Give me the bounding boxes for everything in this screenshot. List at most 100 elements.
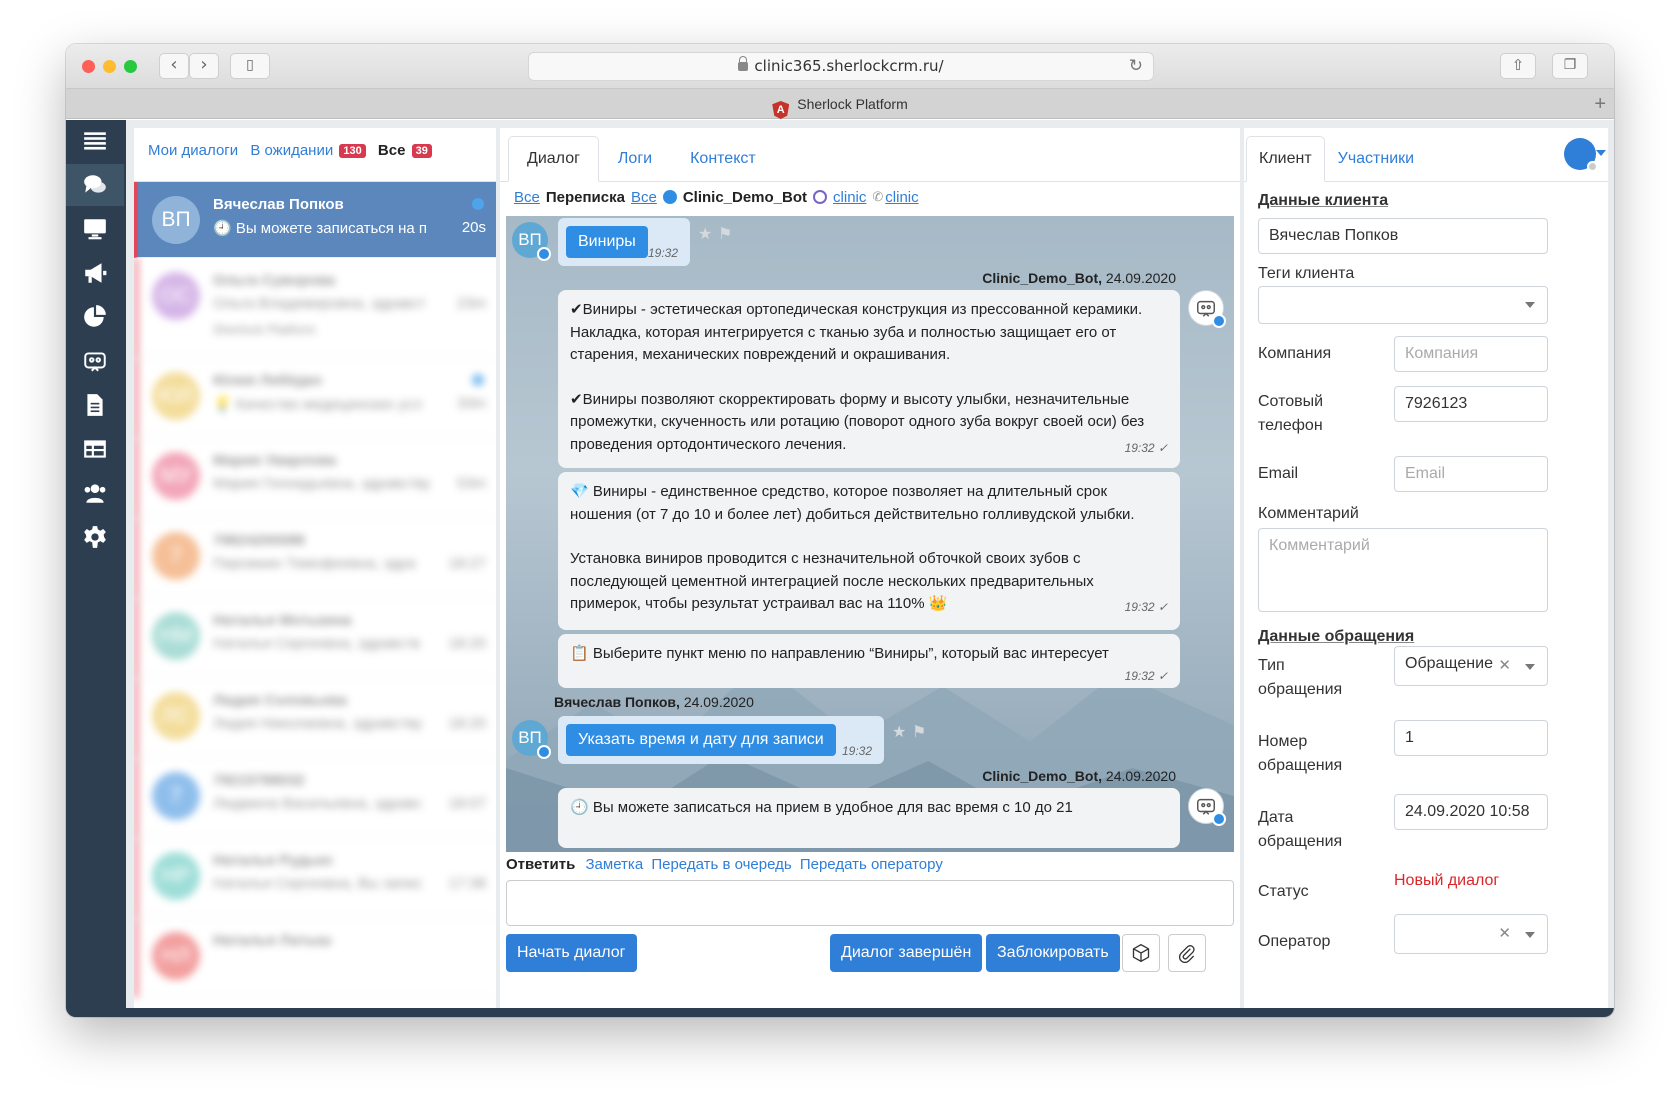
telegram-bot-channel[interactable]: Clinic_Demo_Bot (683, 189, 807, 206)
viber-icon (813, 190, 828, 204)
share-icon[interactable]: ⇧ (1500, 53, 1536, 79)
dialogs-icon[interactable] (66, 164, 124, 206)
table-icon[interactable] (66, 428, 124, 470)
tab-client[interactable]: Клиент (1246, 136, 1325, 182)
block-button[interactable]: Заблокировать (986, 934, 1120, 972)
status-value: Новый диалог (1394, 872, 1500, 889)
clear-icon[interactable]: ✕ (1498, 649, 1511, 683)
address-bar[interactable]: clinic365.sherlockcrm.ru/ ↻ (528, 52, 1154, 81)
back-icon[interactable]: ‹ (159, 53, 189, 79)
users-icon[interactable] (66, 472, 124, 514)
start-dialog-button[interactable]: Начать диалог (506, 934, 637, 972)
operator-avatar[interactable] (1564, 138, 1598, 172)
dialog-list-item[interactable]: ВП Вячеслав Попков 🕘 Вы можете записаться … (134, 182, 496, 258)
filter-all-link[interactable]: Все (514, 189, 540, 206)
filter-all-channels-link[interactable]: Все (631, 189, 657, 206)
message-text: 🕘 Вы можете записаться на прием в удобно… (570, 799, 1073, 816)
paperclip-icon (1178, 945, 1195, 963)
last-message-preview: Людмила Васильевна, здравс (213, 795, 422, 812)
reply-input[interactable] (506, 880, 1234, 926)
client-tags-select[interactable] (1258, 286, 1548, 324)
minimize-window-button[interactable] (103, 60, 116, 73)
forward-icon[interactable]: › (189, 53, 219, 79)
chevron-down-icon[interactable] (1596, 150, 1606, 156)
dialog-list-item[interactable]: НР Наталья Рудько Наталья Сергеевна, Вы за… (134, 838, 496, 918)
dialog-finished-button[interactable]: Диалог завершён (830, 934, 983, 972)
app-body: Мои диалоги В ожидании 130 Все 39 ВП Вяче… (66, 120, 1614, 1017)
reply-mode-row: Ответить Заметка Передать в очередь Пере… (506, 856, 947, 873)
phone-channel-link[interactable]: clinic (885, 189, 918, 206)
phone-field[interactable]: 7926123 (1394, 386, 1548, 422)
dialog-list-item[interactable]: НМ Наталья Мотькина Наталья Сергеевна, здр… (134, 598, 496, 678)
document-icon[interactable] (66, 384, 124, 426)
tab-my-dialogs[interactable]: Мои диалоги (148, 142, 238, 159)
viber-channel-link[interactable]: clinic (833, 189, 866, 206)
flag-icon[interactable]: ⚑ (718, 224, 732, 244)
dialog-list-item[interactable]: 7 79215788032 Людмила Васильевна, здравс 18… (134, 758, 496, 838)
dialog-list-item[interactable]: МУ Мария Уварлова Мария Геннадьевна, здрав… (134, 438, 496, 518)
message-text: 💎 Виниры - единственное средство, которо… (570, 483, 1135, 523)
email-field[interactable]: Email (1394, 456, 1548, 492)
comment-field[interactable]: Комментарий (1258, 528, 1548, 612)
last-message-preview: Наталья Сергеевна, здравств (213, 635, 421, 652)
request-number-label: Номер обращения (1258, 733, 1343, 774)
flag-icon[interactable]: ⚑ (912, 722, 926, 742)
dialog-list-item[interactable]: НЛ Наталья Латыш (134, 918, 496, 998)
message-text: ✔Виниры - эстетическая ортопедическая ко… (570, 301, 1143, 363)
close-window-button[interactable] (82, 60, 95, 73)
tab-waiting[interactable]: В ожидании 130 (250, 142, 366, 159)
reply-mode-active[interactable]: Ответить (506, 856, 575, 873)
phone-label: Сотовый телефон (1258, 393, 1324, 434)
new-tab-icon[interactable]: + (1594, 89, 1606, 119)
monitor-icon[interactable] (66, 208, 124, 250)
last-message-time: 18:27 (448, 555, 486, 572)
tabs-overview-icon[interactable]: ❐ (1552, 53, 1588, 79)
menu-icon[interactable] (66, 120, 124, 162)
last-message-preview: Лидия Николаевна, здравству (213, 715, 423, 732)
tab-waiting-label: В ожидании (250, 142, 334, 159)
request-type-select[interactable]: Обращение ✕ (1394, 646, 1548, 686)
pie-chart-icon[interactable] (66, 296, 124, 338)
star-icon[interactable]: ★ (892, 722, 906, 742)
clear-icon[interactable]: ✕ (1498, 917, 1511, 951)
bot-message: 📋 Выберите пункт меню по направлению “Ви… (558, 634, 1180, 688)
bot-icon[interactable] (66, 340, 124, 382)
message-area[interactable]: ВП Виниры 19:32 ★ ⚑ Clinic_Demo_Bot, 24.… (506, 216, 1234, 852)
dialog-filter-tabs: Мои диалоги В ожидании 130 Все 39 (134, 128, 496, 182)
attach-button[interactable] (1168, 934, 1206, 972)
operator-transfer-link[interactable]: Передать оператору (800, 856, 943, 873)
last-message-preview: Ольга Владимировна, здравст (213, 295, 426, 312)
contact-name: Юлия Лебёдко (213, 372, 323, 389)
company-field[interactable]: Компания (1394, 336, 1548, 372)
dialog-list-item[interactable]: ЛС Лидия Соловьева Лидия Николаевна, здрав… (134, 678, 496, 758)
request-date-field[interactable]: 24.09.2020 10:58 (1394, 794, 1548, 830)
reload-icon[interactable]: ↻ (1129, 53, 1143, 80)
tab-participants[interactable]: Участники (1325, 136, 1427, 182)
gear-icon[interactable] (66, 516, 124, 558)
dialog-list-item[interactable]: ОС Ольга Суворова Ольга Владимировна, здра… (134, 258, 496, 358)
dialog-list-item[interactable]: ЮЛ Юлия Лебёдко 💡 Качество медицинских усл… (134, 358, 496, 438)
sidebar-toggle-icon[interactable]: ▯ (230, 53, 270, 79)
tab-logs[interactable]: Логи (599, 136, 671, 182)
maximize-window-button[interactable] (124, 60, 137, 73)
template-button[interactable] (1122, 934, 1160, 972)
message-time: 19:32 (648, 246, 679, 260)
client-name-field[interactable]: Вячеслав Попков (1258, 218, 1548, 254)
sender-date: 24.09.2020 (1105, 270, 1176, 286)
note-mode-link[interactable]: Заметка (586, 856, 644, 873)
queue-transfer-link[interactable]: Передать в очередь (651, 856, 791, 873)
dialog-list-item[interactable]: 7 79824200088 Пирожкин Тимофеевна, здра 18:… (134, 518, 496, 598)
tab-dialog[interactable]: Диалог (508, 136, 599, 182)
bot-message: 💎 Виниры - единственное средство, которо… (558, 472, 1180, 630)
user-message: Указать время и дату для записи 19:32 (558, 716, 884, 764)
browser-tab[interactable]: A Sherlock Platform + (66, 89, 1614, 119)
tab-all-label: Все (377, 142, 406, 159)
telegram-badge-icon (1212, 812, 1226, 826)
tab-context[interactable]: Контекст (671, 136, 775, 182)
request-number-field[interactable]: 1 (1394, 720, 1548, 756)
tab-all[interactable]: Все 39 (378, 142, 432, 159)
star-icon[interactable]: ★ (698, 224, 712, 244)
operator-label: Оператор (1258, 933, 1331, 950)
operator-select[interactable]: ✕ (1394, 914, 1548, 954)
megaphone-icon[interactable] (66, 252, 124, 294)
